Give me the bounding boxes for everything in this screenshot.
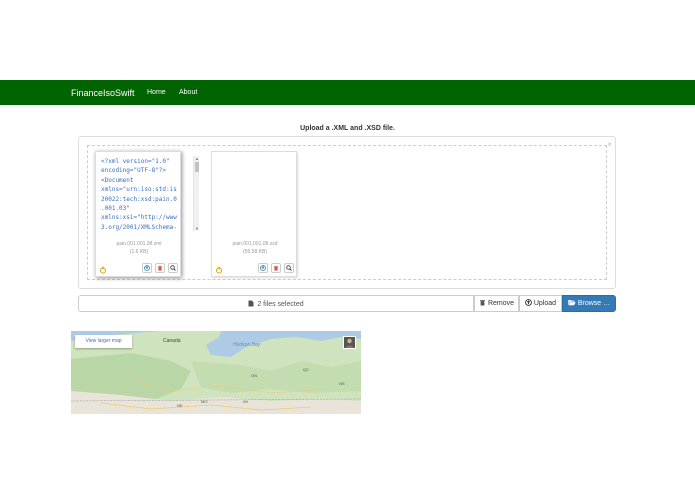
trash-icon [157,265,163,271]
nav-link-about[interactable]: About [179,89,197,96]
map-label-state: ON [251,373,257,378]
remove-file-button[interactable] [155,263,165,273]
map-label-state: NS [339,381,345,386]
preview-line: <Document [101,176,134,184]
file-preview-xml: <?xml version="1.0" encoding="UTF-8"?> <… [95,151,199,277]
upload-file-button[interactable] [142,263,152,273]
folder-open-icon [568,300,576,306]
file-size: (55.58 KB) [243,249,267,255]
hand-icon [215,266,223,274]
nav-link-home[interactable]: Home [147,89,166,96]
xml-text-preview[interactable]: <?xml version="1.0" encoding="UTF-8"?> <… [101,157,177,232]
remove-button[interactable]: Remove [474,295,519,312]
preview-line: <?xml version="1.0" [101,158,170,165]
map-label-state: MO [201,399,208,404]
map-label-country: Canada [163,338,181,344]
map-label-state: NE [177,403,183,408]
upload-button[interactable]: Upload [519,295,562,312]
file-name: pain.001.001.08.xsd [232,241,278,247]
view-larger-map-link[interactable]: View larger map [75,335,132,348]
map-label-state: QC [303,367,309,372]
upload-icon [144,265,150,271]
preview-line: .001.03" [101,205,130,213]
map-label-sea: Hudson Bay [233,342,261,348]
preview-line: encoding="UTF-8"?> [101,167,167,175]
map-user-avatar[interactable] [343,336,356,349]
upload-file-button[interactable] [258,263,268,273]
file-name: pain.001.001.08.xml [116,241,162,247]
embedded-map[interactable]: View larger map Canada Hudson Bay ON QC … [71,331,361,414]
zoom-in-icon [286,265,292,271]
scroll-thumb[interactable] [195,162,199,172]
zoom-file-button[interactable] [168,263,178,273]
preview-line: xmlns="urn:iso:std:iso: [101,186,177,194]
preview-line: xmlns:xsi="http://www.w [101,214,177,222]
scroll-up-icon[interactable]: ▲ [194,156,200,161]
preview-line: 20022:tech:xsd:pain.001 [101,195,177,203]
file-caption-text: 2 files selected [257,301,304,308]
file-icon [248,300,256,308]
brand-link[interactable]: FinanceIsoSwift [71,88,135,98]
browse-button[interactable]: Browse … [562,295,616,312]
close-icon[interactable]: × [607,140,612,149]
browse-button-label: Browse … [577,300,611,307]
remove-button-label: Remove [487,300,515,307]
remove-file-button[interactable] [271,263,281,273]
file-size: (1.6 KB) [129,249,149,255]
preview-scrollbar[interactable]: ▲ ▼ [193,156,199,231]
upload-icon [260,265,266,271]
file-preview-xsd: pain.001.001.08.xsd (55.58 KB) [211,151,297,277]
top-navbar: FinanceIsoSwift Home About [0,80,695,105]
file-caption: 2 files selected [78,295,474,312]
scroll-down-icon[interactable]: ▼ [194,226,200,231]
hand-icon [99,266,107,274]
upload-icon [525,299,532,306]
trash-icon [273,265,279,271]
upload-title: Upload a .XML and .XSD file. [300,125,395,132]
zoom-file-button[interactable] [284,263,294,273]
zoom-in-icon [170,265,176,271]
trash-icon [480,300,485,306]
preview-line: 3.org/2001/XMLSchema- [101,223,177,231]
upload-button-label: Upload [533,300,557,307]
map-label-state: WI [243,399,248,404]
